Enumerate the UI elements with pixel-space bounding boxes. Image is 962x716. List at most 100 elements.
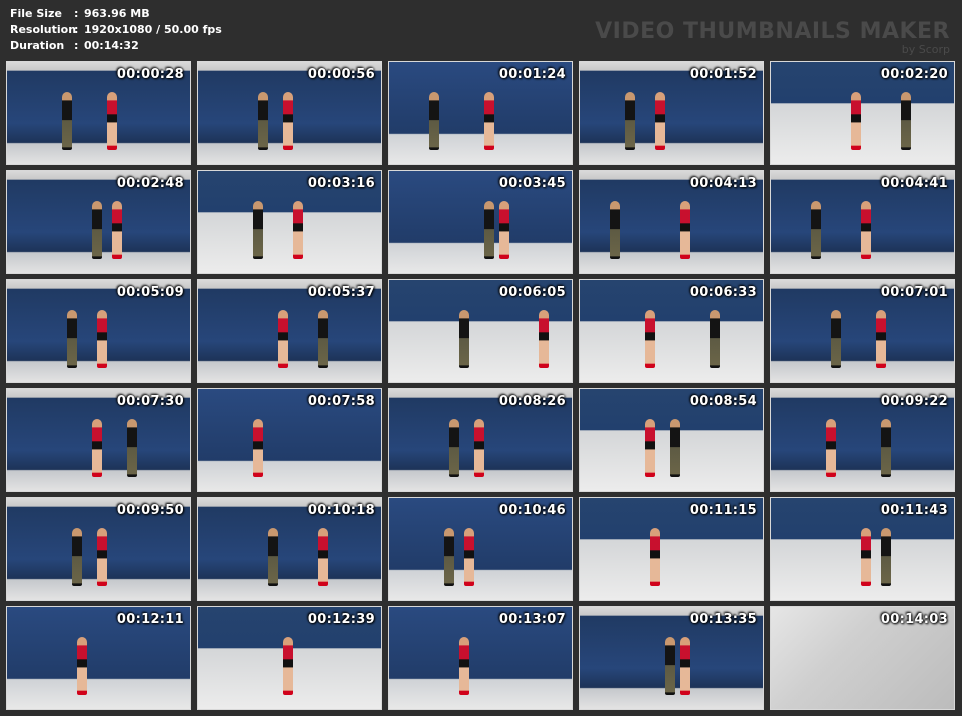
thumbnail-timestamp: 00:04:13: [689, 176, 757, 191]
figure-man: [831, 310, 841, 368]
video-thumbnail[interactable]: 00:12:39: [197, 606, 382, 710]
video-thumbnail[interactable]: 00:09:50: [6, 497, 191, 601]
figure-woman: [253, 419, 263, 477]
thumbnail-timestamp: 00:12:11: [116, 612, 184, 627]
video-thumbnail[interactable]: 00:06:05: [388, 279, 573, 383]
video-thumbnail[interactable]: 00:08:26: [388, 388, 573, 492]
video-thumbnail[interactable]: 00:04:41: [770, 170, 955, 274]
figure-man: [67, 310, 77, 368]
video-thumbnail[interactable]: 00:14:03: [770, 606, 955, 710]
video-thumbnail[interactable]: 00:07:58: [197, 388, 382, 492]
thumbnail-timestamp: 00:04:41: [880, 176, 948, 191]
separator: :: [74, 7, 79, 20]
figure-man: [444, 528, 454, 586]
video-thumbnail[interactable]: 00:10:18: [197, 497, 382, 601]
video-thumbnail[interactable]: 00:05:37: [197, 279, 382, 383]
figure-man: [670, 419, 680, 477]
figure-woman: [484, 92, 494, 150]
file-size-label: File Size: [10, 7, 62, 20]
figure-woman: [97, 528, 107, 586]
figure-man: [710, 310, 720, 368]
video-thumbnail[interactable]: 00:07:30: [6, 388, 191, 492]
figure-man: [881, 528, 891, 586]
video-thumbnail[interactable]: 00:13:35: [579, 606, 764, 710]
thumbnail-timestamp: 00:07:58: [307, 394, 375, 409]
thumbnail-timestamp: 00:05:09: [116, 285, 184, 300]
thumbnail-timestamp: 00:07:30: [116, 394, 184, 409]
duration-label: Duration: [10, 39, 65, 52]
thumbnail-timestamp: 00:11:43: [880, 503, 948, 518]
figure-man: [901, 92, 911, 150]
figure-woman: [539, 310, 549, 368]
video-thumbnail[interactable]: 00:05:09: [6, 279, 191, 383]
figure-woman: [645, 419, 655, 477]
figure-woman: [474, 419, 484, 477]
thumbnail-timestamp: 00:09:22: [880, 394, 948, 409]
thumbnail-timestamp: 00:07:01: [880, 285, 948, 300]
thumbnail-timestamp: 00:00:56: [307, 67, 375, 82]
figure-man: [881, 419, 891, 477]
thumbnail-timestamp: 00:03:16: [307, 176, 375, 191]
figure-man: [610, 201, 620, 259]
figure-woman: [499, 201, 509, 259]
thumbnail-timestamp: 00:11:15: [689, 503, 757, 518]
video-thumbnail[interactable]: 00:12:11: [6, 606, 191, 710]
video-thumbnail[interactable]: 00:02:20: [770, 61, 955, 165]
video-thumbnail[interactable]: 00:01:24: [388, 61, 573, 165]
figure-man: [62, 92, 72, 150]
figure-man: [72, 528, 82, 586]
figure-woman: [293, 201, 303, 259]
video-thumbnail[interactable]: 00:01:52: [579, 61, 764, 165]
video-thumbnail[interactable]: 00:02:48: [6, 170, 191, 274]
video-thumbnail[interactable]: 00:03:16: [197, 170, 382, 274]
figure-woman: [876, 310, 886, 368]
file-size-value: 963.96 MB: [84, 7, 150, 20]
figure-woman: [861, 528, 871, 586]
header: File Size : 963.96 MB Resolution : 1920x…: [0, 0, 962, 58]
figure-man: [449, 419, 459, 477]
video-thumbnail[interactable]: 00:10:46: [388, 497, 573, 601]
watermark: VIDEO THUMBNAILS MAKER by Scorp: [595, 20, 950, 56]
video-thumbnail[interactable]: 00:04:13: [579, 170, 764, 274]
figure-woman: [680, 201, 690, 259]
thumbnail-timestamp: 00:05:37: [307, 285, 375, 300]
figure-woman: [650, 528, 660, 586]
thumbnail-timestamp: 00:09:50: [116, 503, 184, 518]
thumbnail-timestamp: 00:10:18: [307, 503, 375, 518]
figure-woman: [464, 528, 474, 586]
resolution-label: Resolution: [10, 23, 77, 36]
figure-man: [625, 92, 635, 150]
video-thumbnail[interactable]: 00:07:01: [770, 279, 955, 383]
figure-woman: [97, 310, 107, 368]
video-thumbnail[interactable]: 00:00:28: [6, 61, 191, 165]
figure-woman: [655, 92, 665, 150]
video-thumbnail[interactable]: 00:11:15: [579, 497, 764, 601]
thumbnail-timestamp: 00:01:52: [689, 67, 757, 82]
thumbnail-timestamp: 00:02:48: [116, 176, 184, 191]
separator: :: [74, 39, 79, 52]
thumbnail-timestamp: 00:12:39: [307, 612, 375, 627]
thumbnail-timestamp: 00:00:28: [116, 67, 184, 82]
thumbnail-timestamp: 00:08:54: [689, 394, 757, 409]
figure-woman: [107, 92, 117, 150]
figure-man: [484, 201, 494, 259]
file-size-row: File Size : 963.96 MB: [10, 6, 222, 22]
video-thumbnail[interactable]: 00:00:56: [197, 61, 382, 165]
figure-woman: [851, 92, 861, 150]
video-thumbnail[interactable]: 00:11:43: [770, 497, 955, 601]
figure-man: [253, 201, 263, 259]
video-thumbnail[interactable]: 00:08:54: [579, 388, 764, 492]
thumbnail-timestamp: 00:10:46: [498, 503, 566, 518]
video-thumbnail[interactable]: 00:06:33: [579, 279, 764, 383]
resolution-row: Resolution : 1920x1080 / 50.00 fps: [10, 22, 222, 38]
watermark-subtitle: by Scorp: [901, 43, 950, 56]
video-thumbnail[interactable]: 00:09:22: [770, 388, 955, 492]
figure-man: [318, 310, 328, 368]
figure-woman: [680, 637, 690, 695]
separator: :: [74, 23, 79, 36]
video-thumbnail[interactable]: 00:03:45: [388, 170, 573, 274]
thumbnail-timestamp: 00:13:07: [498, 612, 566, 627]
figure-man: [665, 637, 675, 695]
video-thumbnail[interactable]: 00:13:07: [388, 606, 573, 710]
figure-man: [268, 528, 278, 586]
